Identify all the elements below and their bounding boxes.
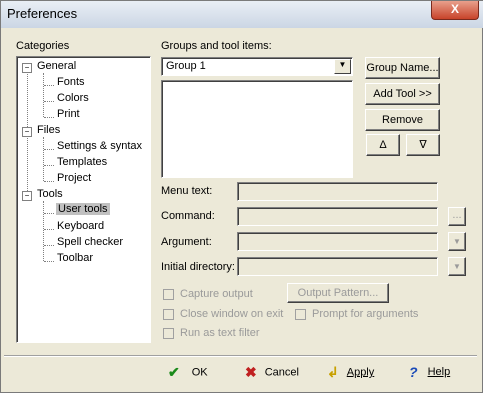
move-down-button[interactable]: ∇ <box>406 134 440 156</box>
tree-item-colors[interactable]: Colors <box>57 92 89 104</box>
apply-label: Apply <box>346 366 375 379</box>
add-tool-button[interactable]: Add Tool >> <box>365 83 440 105</box>
prompt-arguments-checkbox[interactable] <box>295 309 306 320</box>
text-filter-label: Run as text filter <box>180 327 260 339</box>
tree-item-print[interactable]: Print <box>57 108 80 120</box>
close-icon: X <box>450 2 459 16</box>
remove-button[interactable]: Remove <box>365 109 440 131</box>
cross-icon: ✖ <box>245 364 257 380</box>
close-window-label: Close window on exit <box>180 308 284 320</box>
move-up-button[interactable]: Δ <box>366 134 400 156</box>
check-icon: ✔ <box>168 364 180 380</box>
apply-arrow-icon: ↲ <box>327 364 339 380</box>
group-select-value: Group 1 <box>166 60 206 72</box>
menu-text-label: Menu text: <box>161 185 213 197</box>
tree-item-project[interactable]: Project <box>57 172 91 184</box>
group-name-button[interactable]: Group Name... <box>365 57 440 79</box>
tree-item-templates[interactable]: Templates <box>57 156 107 168</box>
tree-connector <box>43 73 44 117</box>
tree-item-settings-syntax[interactable]: Settings & syntax <box>57 140 142 152</box>
collapse-tools-icon[interactable]: − <box>22 191 32 201</box>
tree-item-files[interactable]: Files <box>37 124 60 136</box>
initial-directory-field[interactable] <box>237 257 438 276</box>
down-arrow-icon: ∇ <box>419 139 427 151</box>
ok-label: OK <box>191 366 208 379</box>
group-select[interactable]: Group 1 ▼ <box>161 57 353 76</box>
tree-item-toolbar[interactable]: Toolbar <box>57 252 93 264</box>
categories-heading: Categories <box>16 40 70 52</box>
ok-button[interactable]: ✔ OK <box>168 364 208 381</box>
ellipsis-icon: ... <box>452 209 462 221</box>
tree-connector <box>43 137 44 181</box>
collapse-files-icon[interactable]: − <box>22 127 32 137</box>
prompt-arguments-label: Prompt for arguments <box>312 308 419 320</box>
tree-connector <box>43 201 44 261</box>
footer-divider <box>4 355 477 357</box>
browse-command-button[interactable]: ... <box>448 207 466 226</box>
capture-output-label: Capture output <box>180 288 253 300</box>
categories-tree[interactable]: − General Fonts Colors Print − Files Set… <box>16 56 151 343</box>
help-button[interactable]: ? Help <box>409 364 450 380</box>
tree-item-keyboard[interactable]: Keyboard <box>57 220 104 232</box>
chevron-down-icon[interactable]: ▼ <box>334 59 351 74</box>
tree-item-fonts[interactable]: Fonts <box>57 76 85 88</box>
command-label: Command: <box>161 210 215 222</box>
text-filter-checkbox[interactable] <box>163 328 174 339</box>
menu-text-field[interactable] <box>237 182 438 201</box>
tree-item-general[interactable]: General <box>37 60 76 72</box>
close-window-checkbox[interactable] <box>163 309 174 320</box>
tree-item-spell-checker[interactable]: Spell checker <box>57 236 123 248</box>
apply-button[interactable]: ↲ Apply <box>327 364 374 381</box>
cancel-button[interactable]: ✖ Cancel <box>245 364 299 381</box>
tree-item-tools[interactable]: Tools <box>37 188 63 200</box>
title-bar[interactable]: Preferences X <box>1 1 483 28</box>
argument-dropdown-button[interactable]: ▼ <box>448 232 466 251</box>
argument-label: Argument: <box>161 236 212 248</box>
argument-field[interactable] <box>237 232 438 251</box>
window-title: Preferences <box>7 6 78 21</box>
directory-dropdown-button[interactable]: ▼ <box>448 257 466 276</box>
command-field[interactable] <box>237 207 438 226</box>
up-arrow-icon: Δ <box>379 139 387 151</box>
groups-heading: Groups and tool items: <box>161 40 272 52</box>
capture-output-checkbox[interactable] <box>163 289 174 300</box>
initial-directory-label: Initial directory: <box>161 261 235 273</box>
chevron-down-icon: ▼ <box>453 262 461 271</box>
help-icon: ? <box>409 364 418 380</box>
collapse-general-icon[interactable]: − <box>22 63 32 73</box>
close-button[interactable]: X <box>431 1 479 20</box>
output-pattern-button[interactable]: Output Pattern... <box>287 283 389 303</box>
tool-items-list[interactable] <box>161 80 353 178</box>
help-label: Help <box>427 365 451 378</box>
tree-item-user-tools[interactable]: User tools <box>56 203 110 215</box>
cancel-label: Cancel <box>264 366 299 379</box>
chevron-down-icon: ▼ <box>453 237 461 246</box>
